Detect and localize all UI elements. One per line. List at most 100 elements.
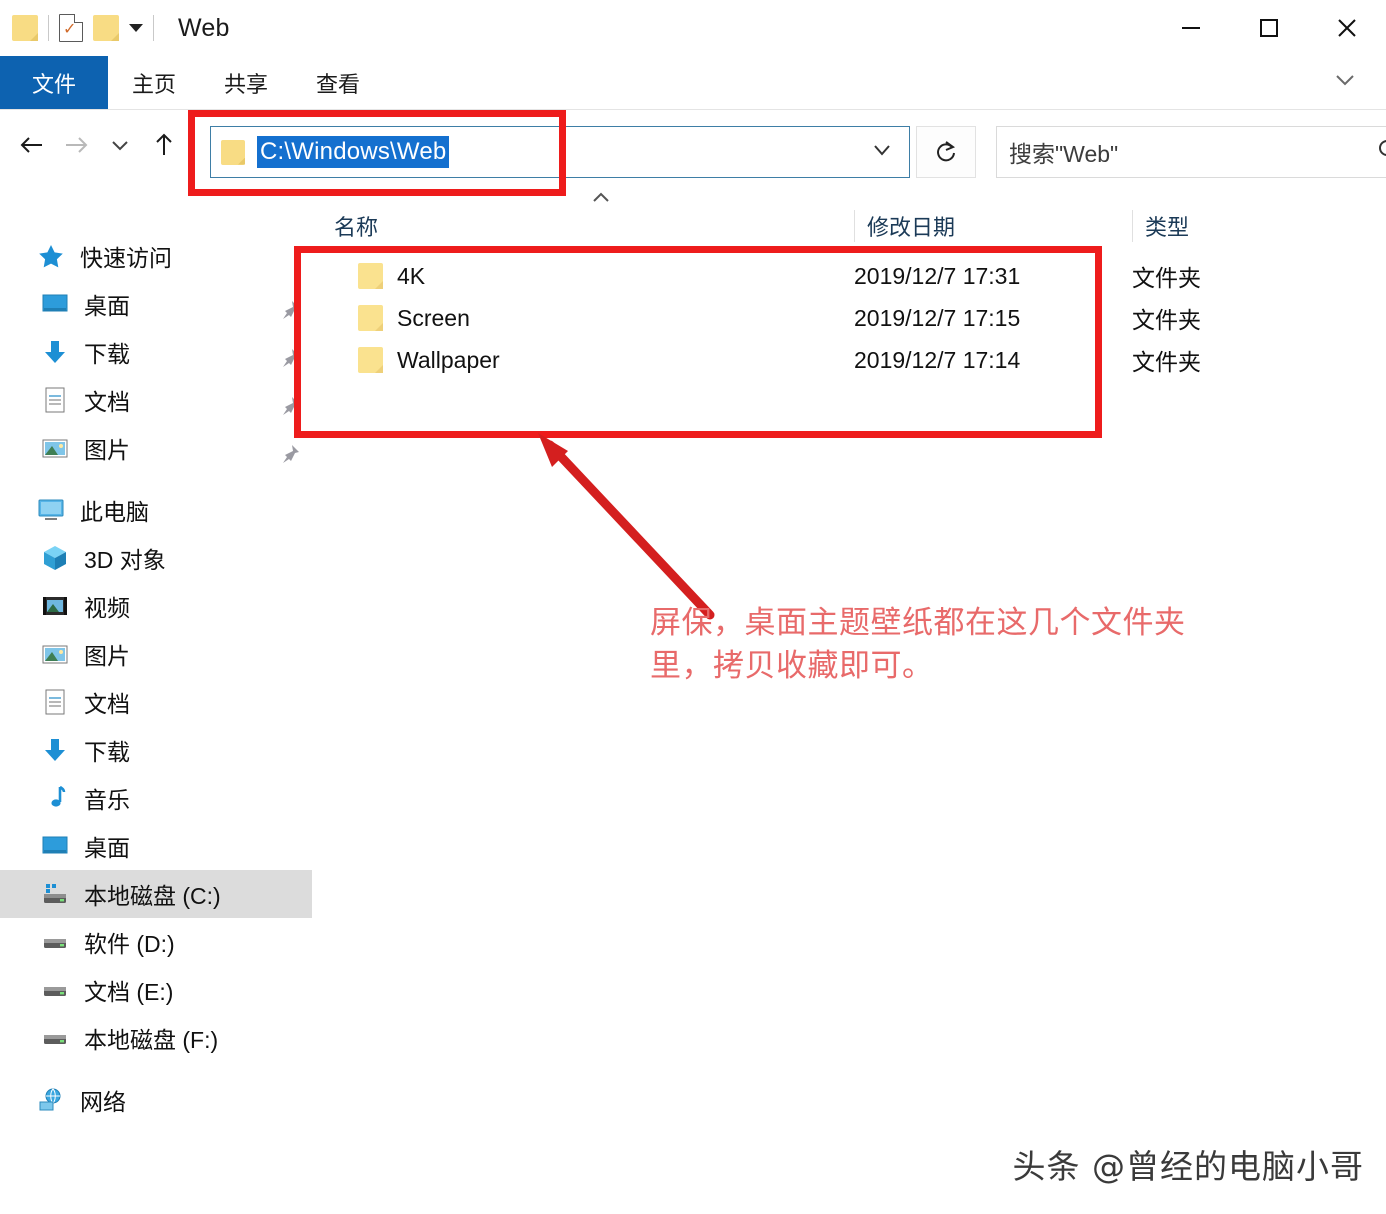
pin-icon[interactable]	[272, 334, 308, 382]
sidebar-item-local-disk-f[interactable]: 本地磁盘 (F:)	[0, 1014, 312, 1062]
table-row[interactable]: 4K 2019/12/7 17:31 文件夹	[334, 255, 1386, 297]
sidebar-label: 此电脑	[80, 499, 149, 525]
up-button[interactable]	[142, 117, 186, 173]
pin-icon[interactable]	[272, 286, 308, 334]
address-bar[interactable]: C:\Windows\Web	[210, 126, 910, 178]
sidebar-label: 下载	[84, 341, 130, 367]
sidebar-item-videos[interactable]: 视频	[0, 582, 312, 630]
sidebar-item-pictures[interactable]: 图片	[0, 424, 312, 472]
sidebar-label: 桌面	[84, 293, 130, 319]
file-name-cell[interactable]: 4K	[334, 263, 854, 290]
close-button[interactable]	[1308, 0, 1386, 56]
sidebar-item-documents[interactable]: 文档	[0, 376, 312, 424]
column-header-name[interactable]: 名称	[334, 210, 854, 242]
sidebar-label: 本地磁盘 (F:)	[84, 1027, 219, 1053]
title-bar: ✓ Web	[0, 0, 1386, 56]
search-input[interactable]: 搜索"Web"	[1009, 135, 1118, 169]
system-drive-icon	[40, 879, 70, 909]
sidebar-item-music[interactable]: 音乐	[0, 774, 312, 822]
sidebar-item-downloads[interactable]: 下载	[0, 328, 312, 376]
column-header-date[interactable]: 修改日期	[854, 210, 1132, 242]
refresh-button[interactable]	[916, 126, 976, 178]
file-date: 2019/12/7 17:31	[854, 262, 1021, 289]
pictures-icon	[40, 433, 70, 463]
sidebar-label: 文档	[84, 691, 130, 717]
sidebar-item-quick-access[interactable]: 快速访问	[0, 232, 312, 280]
sidebar-item-this-pc[interactable]: 此电脑	[0, 486, 312, 534]
column-header-type[interactable]: 类型	[1132, 210, 1312, 242]
sidebar-item-drive-d[interactable]: 软件 (D:)	[0, 918, 312, 966]
network-icon	[36, 1085, 66, 1115]
sidebar-label: 网络	[80, 1089, 126, 1115]
tab-home[interactable]: 主页	[108, 56, 200, 109]
sidebar-label: 本地磁盘 (C:)	[84, 883, 221, 909]
file-name-cell[interactable]: Wallpaper	[334, 347, 854, 374]
sidebar-item-downloads[interactable]: 下载	[0, 726, 312, 774]
sidebar-label: 桌面	[84, 835, 130, 861]
maximize-button[interactable]	[1230, 0, 1308, 56]
search-box[interactable]: 搜索"Web"	[996, 126, 1386, 178]
file-list: 4K 2019/12/7 17:31 文件夹 Screen 2019/12/7 …	[334, 255, 1386, 381]
folder-icon[interactable]	[93, 15, 119, 41]
ribbon-tabs: 文件 主页 共享 查看	[0, 56, 1386, 110]
sidebar-label: 3D 对象	[84, 547, 166, 573]
sidebar-item-drive-e[interactable]: 文档 (E:)	[0, 966, 312, 1014]
pin-column	[272, 286, 308, 478]
sidebar-label: 图片	[84, 437, 130, 463]
folder-icon	[358, 263, 383, 289]
drive-icon	[40, 975, 70, 1005]
file-name: 4K	[397, 262, 426, 289]
sidebar-label: 文档 (E:)	[84, 979, 174, 1005]
pin-icon[interactable]	[272, 382, 308, 430]
file-type: 文件夹	[1132, 349, 1201, 375]
tab-view[interactable]: 查看	[292, 56, 384, 109]
download-icon	[40, 735, 70, 765]
file-name: Wallpaper	[397, 346, 500, 373]
tab-share[interactable]: 共享	[200, 56, 292, 109]
watermark: 头条 @曾经的电脑小哥	[1012, 1147, 1364, 1186]
annotation-line-1: 屏保，桌面主题壁纸都在这几个文件夹	[650, 605, 1186, 641]
pin-icon[interactable]	[272, 430, 308, 478]
file-type: 文件夹	[1132, 265, 1201, 291]
document-check-icon[interactable]: ✓	[59, 14, 83, 42]
music-icon	[40, 783, 70, 813]
chevron-down-icon[interactable]	[869, 140, 903, 165]
dropdown-caret-icon[interactable]	[129, 24, 143, 32]
file-name-cell[interactable]: Screen	[334, 305, 854, 332]
table-row[interactable]: Wallpaper 2019/12/7 17:14 文件夹	[334, 339, 1386, 381]
forward-button[interactable]	[54, 117, 98, 173]
desktop-icon	[40, 289, 70, 319]
annotation-line-2: 里，拷贝收藏即可。	[650, 647, 934, 684]
back-button[interactable]	[10, 117, 54, 173]
sidebar-label: 下载	[84, 739, 130, 765]
star-icon	[36, 241, 66, 271]
check-glyph: ✓	[63, 21, 77, 38]
sidebar-item-local-disk-c[interactable]: 本地磁盘 (C:)	[0, 870, 312, 918]
file-date: 2019/12/7 17:14	[854, 346, 1021, 373]
sidebar-label: 快速访问	[80, 245, 172, 271]
drive-icon	[40, 927, 70, 957]
recent-locations-button[interactable]	[98, 117, 142, 173]
sidebar-item-desktop[interactable]: 桌面	[0, 280, 312, 328]
sidebar-item-documents[interactable]: 文档	[0, 678, 312, 726]
window-title: Web	[178, 13, 230, 42]
chevron-down-icon[interactable]	[1330, 70, 1360, 95]
address-input[interactable]: C:\Windows\Web	[257, 136, 450, 168]
table-row[interactable]: Screen 2019/12/7 17:15 文件夹	[334, 297, 1386, 339]
file-type: 文件夹	[1132, 307, 1201, 333]
folder-icon[interactable]	[12, 15, 38, 41]
file-explorer-window: ✓ Web 文件 主页 共享 查看 C:\Windows\Web 搜索"Web"…	[0, 0, 1386, 1214]
divider	[153, 15, 154, 41]
sidebar-item-network[interactable]: 网络	[0, 1076, 312, 1124]
minimize-button[interactable]	[1152, 0, 1230, 56]
this-pc-icon	[36, 495, 66, 525]
download-icon	[40, 337, 70, 367]
sidebar-item-3d-objects[interactable]: 3D 对象	[0, 534, 312, 582]
file-name: Screen	[397, 304, 470, 331]
sidebar-item-desktop[interactable]: 桌面	[0, 822, 312, 870]
sidebar-label: 视频	[84, 595, 130, 621]
sidebar-item-pictures[interactable]: 图片	[0, 630, 312, 678]
search-icon[interactable]	[1375, 136, 1386, 169]
column-headers: 名称 修改日期 类型	[334, 205, 1386, 247]
tab-file[interactable]: 文件	[0, 56, 108, 109]
